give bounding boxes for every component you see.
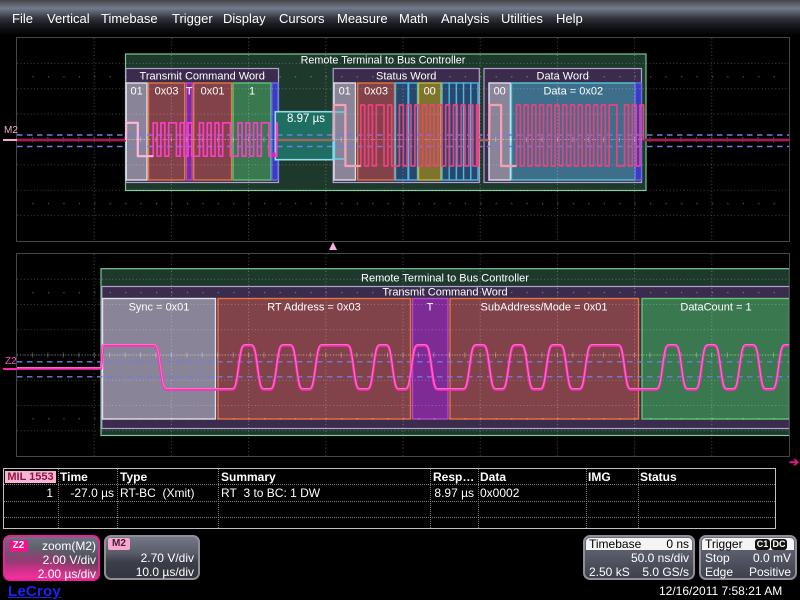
svg-text:Sync = 0x01: Sync = 0x01 [129, 302, 190, 314]
svg-text:0x01: 0x01 [201, 86, 225, 98]
svg-text:Data = 0x02: Data = 0x02 [543, 86, 603, 98]
svg-text:00: 00 [424, 86, 436, 98]
svg-text:01: 01 [339, 86, 351, 98]
svg-text:DataCount = 1: DataCount = 1 [680, 302, 751, 314]
svg-text:0x03: 0x03 [155, 86, 179, 98]
svg-text:Data Word: Data Word [537, 70, 589, 82]
svg-text:0x03: 0x03 [364, 86, 388, 98]
svg-text:Remote Terminal to Bus Control: Remote Terminal to Bus Controller [301, 55, 466, 67]
svg-text:SubAddress/Mode = 0x01: SubAddress/Mode = 0x01 [481, 302, 608, 314]
svg-text:T: T [427, 302, 434, 314]
svg-text:Remote Terminal to Bus Control: Remote Terminal to Bus Controller [361, 273, 529, 285]
svg-text:Transmit Command Word: Transmit Command Word [382, 287, 507, 299]
svg-text:1: 1 [249, 86, 255, 98]
svg-text:00: 00 [494, 86, 506, 98]
svg-text:Status Word: Status Word [376, 70, 436, 82]
svg-text:T: T [186, 86, 193, 98]
svg-text:RT Address = 0x03: RT Address = 0x03 [267, 302, 360, 314]
svg-text:Transmit Command Word: Transmit Command Word [140, 70, 265, 82]
svg-text:01: 01 [130, 86, 142, 98]
svg-text:8.97 µs: 8.97 µs [287, 113, 325, 125]
